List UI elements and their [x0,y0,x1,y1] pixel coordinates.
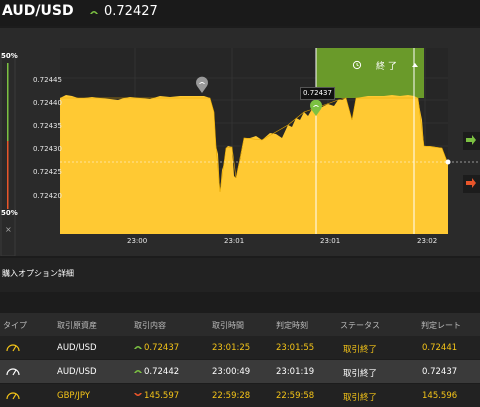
clock-icon [352,60,362,70]
col-asset: 取引原資産 [57,321,97,330]
row-rate: 0.72437 [144,343,180,353]
up-arrow-icon [134,346,142,349]
low-button[interactable] [463,175,480,193]
up-arrow-icon [134,370,142,373]
col-type: タイプ [3,321,27,330]
low-arrow-icon [466,178,476,188]
row-judge-time: 22:59:58 [276,391,315,401]
high-low-type-icon [6,344,20,352]
entry-price-tag: 0.72437 [300,87,335,100]
row-status: 取引終了 [343,345,378,355]
x-tick: 23:01 [320,237,340,245]
row-status: 取引終了 [343,369,378,379]
high-low-type-icon [6,392,20,400]
col-judge-rate: 判定レート [421,321,461,330]
row-rate: 145.597 [144,391,180,401]
gauge-red-bar [7,141,9,209]
row-asset: AUD/USD [57,367,97,377]
row-judge-rate: 0.72437 [422,367,458,377]
current-price: 0.72427 [104,4,158,19]
x-tick: 23:01 [224,237,244,245]
gauge-high-percent: 50% [1,52,18,60]
row-rate: 0.72442 [144,367,180,377]
row-trade-time: 23:01:25 [212,343,251,353]
down-arrow-icon [134,393,142,396]
row-asset: AUD/USD [57,343,97,353]
current-price-dot [445,159,451,165]
gauge-green-bar [7,63,9,141]
row-asset: GBP/JPY [57,391,91,401]
y-tick: 0.72430 [33,145,62,153]
gauge-low-percent: 50% [1,209,18,217]
col-content: 取引内容 [134,321,166,330]
currency-pair-title: AUD/USD [2,3,74,19]
col-trade-time: 取引時間 [212,321,244,330]
x-tick: 23:00 [127,237,147,245]
y-tick: 0.72440 [33,99,62,107]
close-gauge-button[interactable]: × [5,225,12,234]
high-low-type-icon [6,368,20,376]
row-trade-time: 22:59:28 [212,391,251,401]
x-tick: 23:02 [417,237,437,245]
col-status: ステータス [340,321,380,330]
row-judge-time: 23:01:19 [276,367,315,377]
up-arrow-icon [90,11,98,14]
price-chart[interactable]: 0.72445 0.72440 0.72435 0.72430 0.72425 … [0,28,480,256]
y-tick: 0.72445 [33,76,62,84]
expiry-label: 終 了 [376,62,397,72]
y-tick: 0.72425 [33,168,62,176]
caret-up-icon [412,63,418,67]
row-judge-rate: 145.596 [422,391,458,401]
row-judge-rate: 0.72441 [422,343,458,353]
y-tick: 0.72435 [33,122,62,130]
row-status: 取引終了 [343,393,378,403]
y-tick: 0.72420 [33,192,62,200]
col-judge-time: 判定時刻 [276,321,308,330]
row-trade-time: 23:00:49 [212,367,251,377]
details-title: 購入オプション詳細 [2,269,74,278]
row-judge-time: 23:01:55 [276,343,315,353]
high-arrow-icon [466,135,476,145]
high-button[interactable] [463,132,480,150]
